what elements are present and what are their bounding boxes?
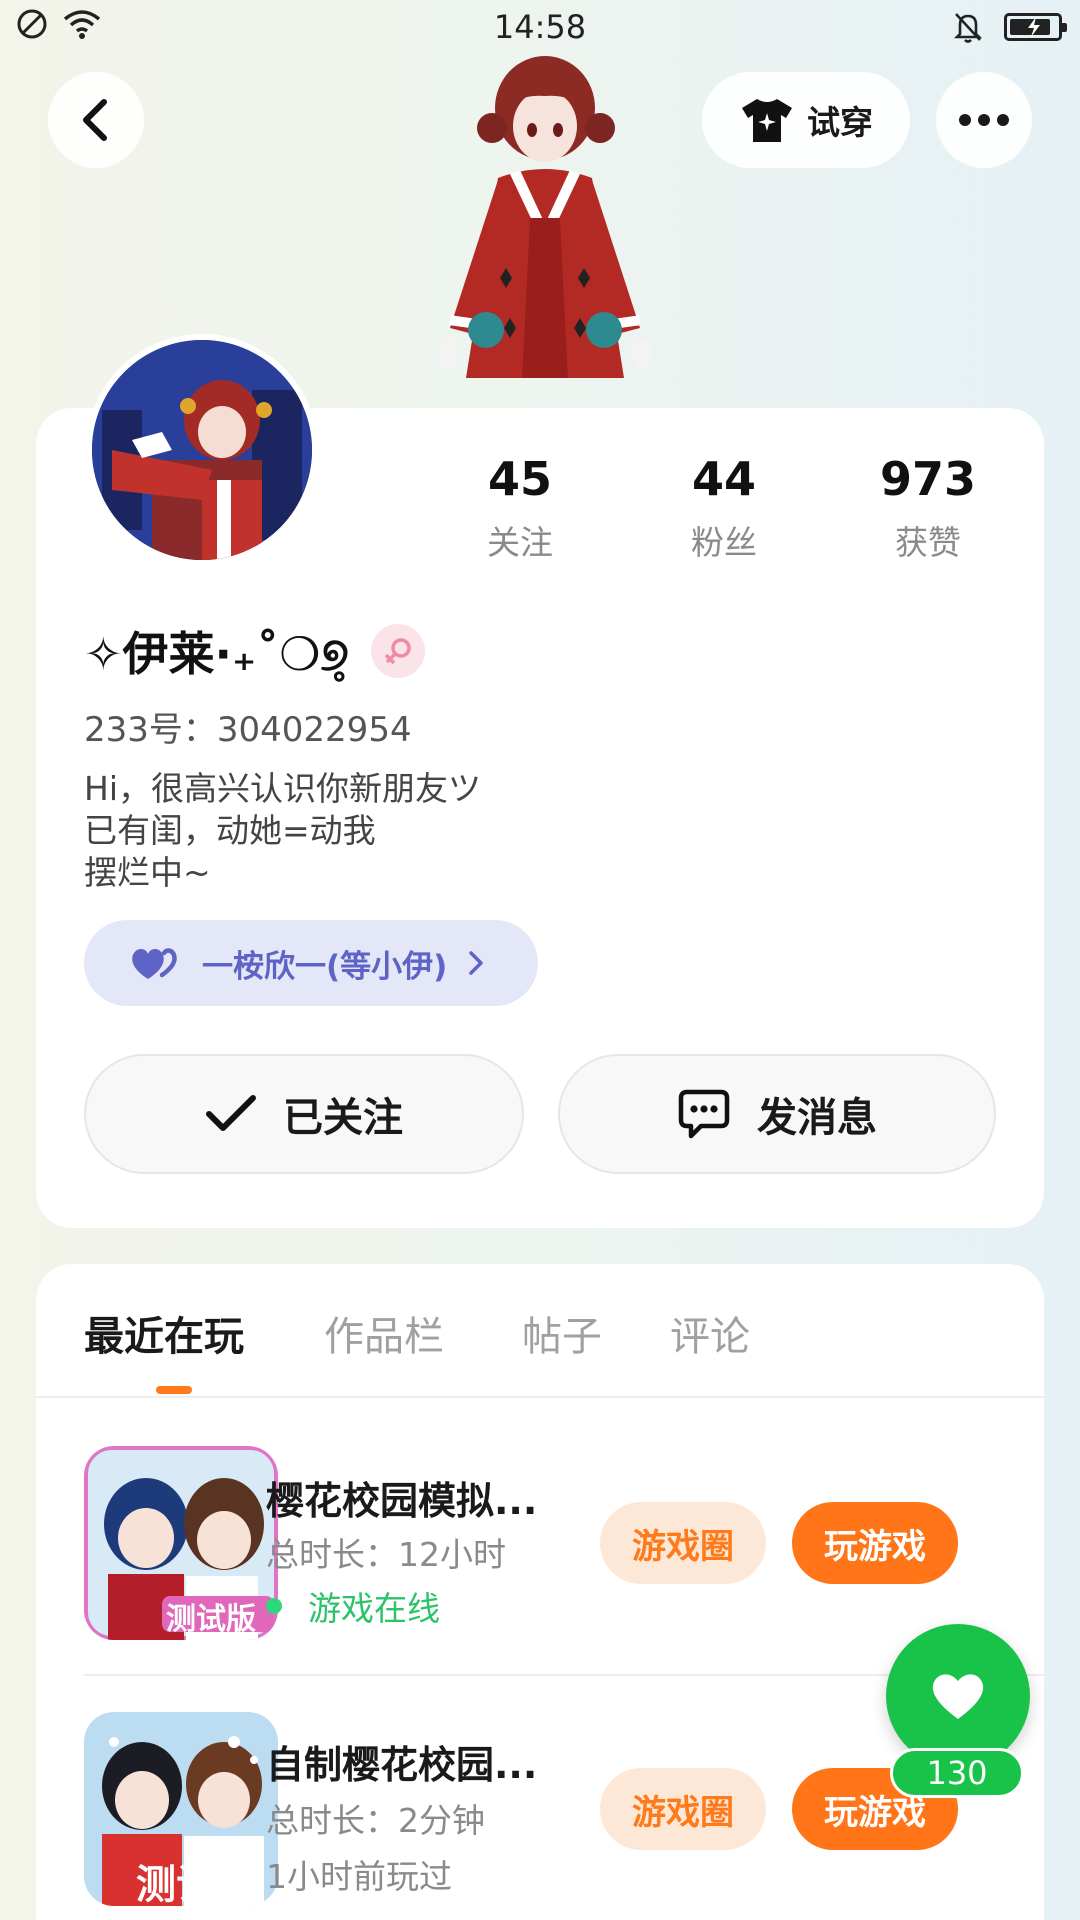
- chevron-right-icon: [469, 951, 484, 975]
- user-bio: Hi，很高兴认识你新朋友ツ 已有闺，动她=动我 摆烂中~: [84, 768, 481, 894]
- send-message-button[interactable]: 发消息: [558, 1054, 996, 1174]
- followed-label: 已关注: [283, 1095, 403, 1141]
- game-title[interactable]: 自制樱花校园...: [266, 1734, 537, 1789]
- game-icon[interactable]: 测试版: [84, 1446, 278, 1640]
- test-version-badge: 测试版: [166, 1602, 256, 1637]
- back-button[interactable]: [48, 72, 144, 168]
- game-status-text: 游戏在线: [308, 1589, 440, 1628]
- status-time: 14:58: [493, 8, 587, 46]
- try-on-label: 试穿: [807, 103, 873, 142]
- message-label: 发消息: [757, 1095, 877, 1141]
- like-button[interactable]: [886, 1624, 1030, 1768]
- check-icon: [206, 1095, 256, 1131]
- cp-relation-pill[interactable]: 一桉欣一(等小伊): [84, 920, 538, 1006]
- game-circle-button[interactable]: 游戏圈: [600, 1768, 766, 1850]
- avatar[interactable]: [86, 334, 318, 566]
- heart-icon: [932, 1674, 984, 1719]
- cp-label: 一桉欣一(等小伊): [202, 948, 448, 985]
- tabs-divider: [36, 1396, 1044, 1398]
- game-status-text: 1小时前玩过: [266, 1857, 452, 1896]
- status-right-icons: [952, 10, 1067, 44]
- female-icon: [370, 624, 425, 678]
- followed-button[interactable]: 已关注: [84, 1054, 524, 1174]
- stat-likes[interactable]: 973 获赞: [848, 452, 1008, 564]
- play-game-button[interactable]: 玩游戏: [792, 1502, 958, 1584]
- like-count: 130: [890, 1748, 1024, 1798]
- game-title[interactable]: 樱花校园模拟...: [266, 1470, 537, 1525]
- tab-works[interactable]: 作品栏: [324, 1304, 444, 1362]
- double-heart-icon: [132, 948, 177, 979]
- online-dot-icon: [266, 1598, 282, 1614]
- bio-line: Hi，很高兴认识你新朋友ツ: [84, 769, 481, 808]
- shirt-sparkle-icon: [742, 99, 792, 142]
- avatar-image: [92, 340, 312, 560]
- stat-following[interactable]: 45 关注: [440, 452, 600, 564]
- tab-comments[interactable]: 评论: [670, 1304, 750, 1362]
- more-button[interactable]: [936, 72, 1032, 168]
- game-circle-button[interactable]: 游戏圈: [600, 1502, 766, 1584]
- tab-recent-played[interactable]: 最近在玩: [84, 1304, 244, 1362]
- chat-bubble-icon: [678, 1089, 730, 1139]
- nickname-text: ✧伊莱·₊˚❍୭̥: [84, 627, 349, 681]
- stat-value: 973: [879, 452, 977, 506]
- game-icon[interactable]: 测试版: [84, 1712, 278, 1906]
- bell-off-icon: [953, 13, 983, 43]
- tab-posts[interactable]: 帖子: [522, 1304, 602, 1362]
- more-dots-icon: [959, 114, 971, 126]
- test-version-badge: 测试版: [136, 1862, 256, 1906]
- game-last-played: 1小时前玩过: [266, 1850, 452, 1898]
- stat-label: 关注: [487, 523, 553, 562]
- active-tab-indicator: [156, 1386, 192, 1394]
- character-figure: [438, 56, 652, 378]
- game-status-online: 游戏在线: [266, 1582, 440, 1630]
- stat-label: 获赞: [895, 523, 961, 562]
- try-on-button[interactable]: 试穿: [702, 72, 910, 168]
- bio-line: 摆烂中~: [84, 853, 211, 892]
- stat-fans[interactable]: 44 粉丝: [644, 452, 804, 564]
- bio-line: 已有闺，动她=动我: [84, 811, 376, 850]
- stat-value: 45: [487, 452, 552, 506]
- game-duration: 总时长：2分钟: [266, 1801, 485, 1840]
- game-duration: 总时长：12小时: [266, 1535, 506, 1574]
- user-nickname: ✧伊莱·₊˚❍୭̥: [84, 618, 425, 684]
- battery-charging-icon: [1004, 13, 1067, 41]
- chevron-left-icon: [83, 99, 107, 141]
- stat-label: 粉丝: [691, 523, 757, 562]
- profile-stats: 45 关注 44 粉丝 973 获赞: [440, 452, 1040, 562]
- user-id: 233号：304022954: [84, 710, 412, 750]
- stat-value: 44: [691, 452, 756, 506]
